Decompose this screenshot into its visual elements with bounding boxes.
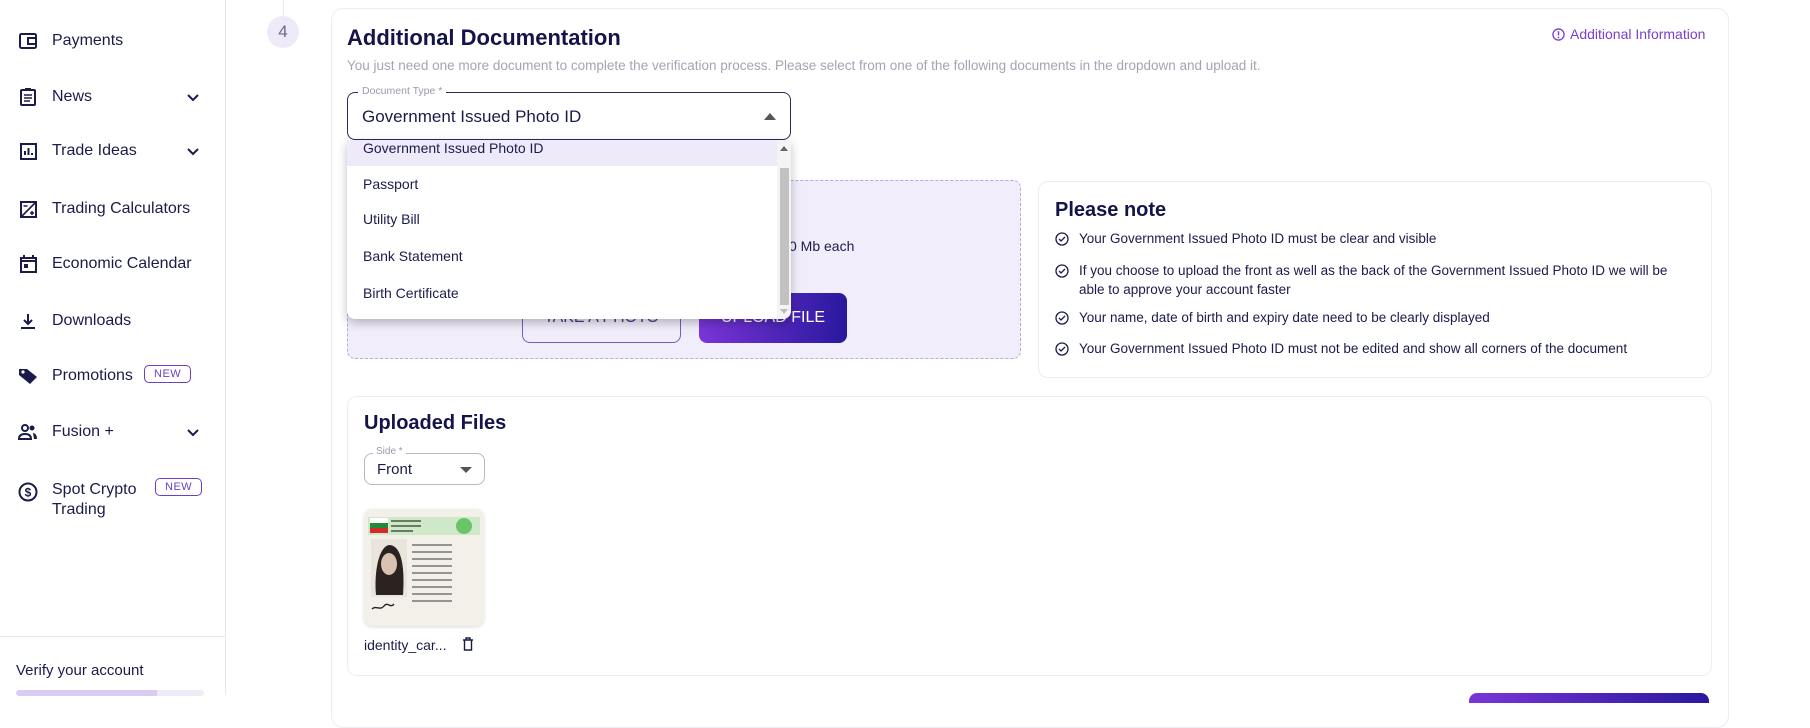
check-circle-icon [1055,232,1069,246]
file-name: identity_car... [364,637,447,653]
sidebar-item-label: Promotions [52,367,133,384]
step-number: 4 [267,16,299,48]
note-text: Your Government Issued Photo ID must not… [1079,341,1628,356]
document-type-label: Document Type * [358,85,447,97]
news-icon [18,87,38,107]
bar-chart-icon [18,141,38,161]
caret-down-icon[interactable] [460,467,472,473]
id-card-image [364,509,484,626]
side-label: Side * [373,446,406,457]
note-text: Your name, date of birth and expiry date… [1079,310,1490,325]
check-circle-icon [1055,342,1069,356]
option-government-issued-photo-id[interactable]: Government Issued Photo ID [347,140,777,166]
new-badge: NEW [144,365,192,383]
sidebar-item-label: Spot Crypto Trading [52,481,137,518]
sidebar-divider [0,636,226,637]
option-passport[interactable]: Passport [347,166,777,202]
svg-text:$: $ [25,486,32,500]
verify-progress-bar [16,690,204,696]
calendar-icon [18,254,38,274]
document-type-select[interactable]: Document Type * Government Issued Photo … [347,85,791,140]
sidebar-item-promotions[interactable]: Promotions NEW [0,356,226,396]
sidebar-item-label: Downloads [52,312,132,329]
trash-icon[interactable] [462,637,474,651]
scroll-down-icon[interactable] [780,309,788,314]
sidebar-item-news[interactable]: News [0,77,226,117]
dollar-circle-icon: $ [18,482,38,502]
calculator-icon [18,199,38,219]
download-icon [18,311,38,331]
document-type-value: Government Issued Photo ID [362,107,582,126]
sidebar-item-label: Economic Calendar [52,255,192,272]
option-birth-certificate[interactable]: Birth Certificate [347,275,777,311]
sidebar-item-label: News [52,88,93,105]
note-item: Your name, date of birth and expiry date… [1055,308,1695,327]
side-select[interactable]: Side * Front [364,446,485,485]
sidebar-item-trade-ideas[interactable]: Trade Ideas [0,131,226,171]
note-text: Your Government Issued Photo ID must be … [1079,231,1437,246]
note-item: If you choose to upload the front as wel… [1055,261,1695,299]
side-value: Front [377,461,413,478]
sidebar-item-downloads[interactable]: Downloads [0,301,226,341]
sidebar-item-spot-crypto-trading[interactable]: $ Spot Crypto Trading NEW [0,478,226,522]
sidebar-item-payments[interactable]: Payments [0,21,226,61]
sidebar-item-label: Payments [52,32,124,49]
note-item: Your Government Issued Photo ID must not… [1055,339,1695,358]
verify-progress-fill [16,690,157,696]
note-text: If you choose to upload the front as wel… [1079,263,1668,297]
caret-up-icon[interactable] [764,113,776,120]
users-icon [18,422,38,442]
sidebar-item-economic-calendar[interactable]: Economic Calendar [0,244,226,284]
document-type-menu: Government Issued Photo ID Passport Util… [347,140,791,319]
menu-scrollbar[interactable] [777,140,791,319]
file-size-note: 0 Mb each [789,238,855,254]
uploaded-files-title: Uploaded Files [364,412,507,434]
page-title: Additional Documentation [347,25,621,50]
new-badge: NEW [155,478,203,496]
scrollbar-thumb[interactable] [780,168,789,305]
chevron-down-icon[interactable] [186,90,200,104]
additional-information-label: Additional Information [1570,26,1706,42]
sidebar-item-label: Trade Ideas [52,142,137,159]
note-item: Your Government Issued Photo ID must be … [1055,229,1695,248]
check-circle-icon [1055,311,1069,325]
chevron-down-icon[interactable] [186,425,200,439]
sidebar: Payments News Trade Ideas Trading Calcul… [0,0,226,695]
sidebar-item-fusion[interactable]: Fusion + [0,412,226,452]
verify-account-label[interactable]: Verify your account [16,662,144,679]
option-utility-bill[interactable]: Utility Bill [347,201,777,237]
sidebar-item-label: Trading Calculators [52,200,191,217]
option-bank-statement[interactable]: Bank Statement [347,238,777,274]
wallet-icon [18,31,38,51]
info-icon [1552,27,1565,41]
please-note-title: Please note [1055,199,1167,221]
chevron-down-icon[interactable] [186,144,200,158]
additional-information-link[interactable]: Additional Information [1552,26,1705,42]
uploaded-file-thumbnail[interactable] [364,509,484,626]
tag-icon [18,366,38,386]
uploaded-files-card [347,396,1712,676]
subtitle: You just need one more document to compl… [347,58,1261,73]
check-circle-icon [1055,264,1069,278]
step-connector [283,0,284,16]
sidebar-item-trading-calculators[interactable]: Trading Calculators [0,189,226,229]
scroll-up-icon[interactable] [780,146,788,151]
sidebar-item-label: Fusion + [52,423,114,440]
